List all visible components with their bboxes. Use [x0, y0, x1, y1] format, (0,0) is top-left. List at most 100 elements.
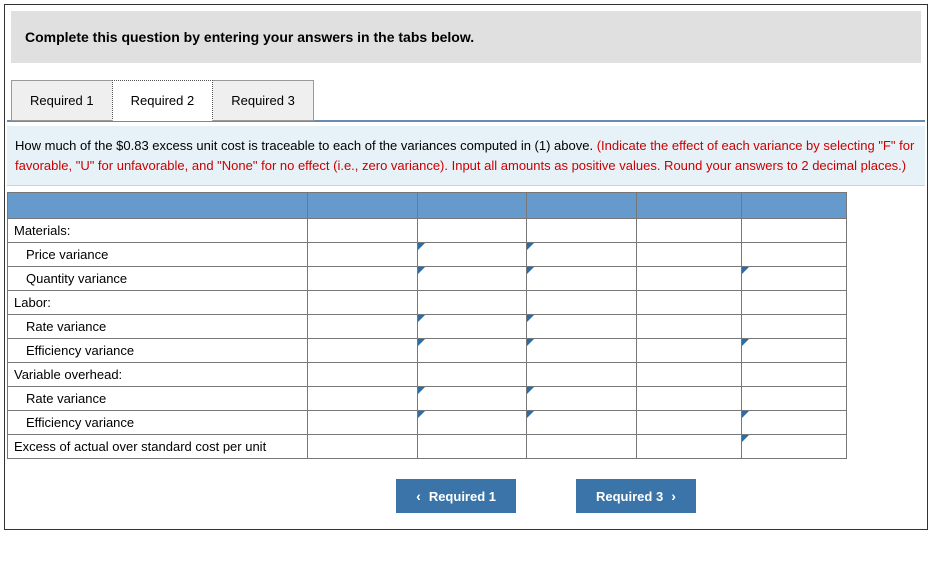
table-row: Price variance — [8, 243, 847, 267]
header-cell — [742, 193, 847, 219]
input-cell[interactable] — [742, 435, 847, 459]
question-container: Complete this question by entering your … — [4, 4, 928, 530]
input-cell[interactable] — [742, 267, 847, 291]
input-cell[interactable] — [527, 411, 637, 435]
cell — [307, 363, 417, 387]
input-cell[interactable] — [742, 411, 847, 435]
header-cell — [307, 193, 417, 219]
table-row: Rate variance — [8, 387, 847, 411]
dropdown-indicator-icon — [527, 387, 534, 394]
row-label: Excess of actual over standard cost per … — [8, 435, 308, 459]
cell — [527, 435, 637, 459]
row-label: Quantity variance — [8, 267, 308, 291]
nav-buttons: ‹ Required 1 Required 3 › — [165, 467, 927, 529]
cell — [637, 291, 742, 315]
header-cell — [637, 193, 742, 219]
dropdown-indicator-icon — [527, 339, 534, 346]
dropdown-indicator-icon — [418, 267, 425, 274]
dropdown-indicator-icon — [742, 411, 749, 418]
cell — [527, 219, 637, 243]
cell — [417, 291, 527, 315]
cell — [307, 339, 417, 363]
dropdown-indicator-icon — [527, 411, 534, 418]
row-label: Materials: — [8, 219, 308, 243]
input-cell[interactable] — [527, 243, 637, 267]
input-cell[interactable] — [527, 387, 637, 411]
row-label: Rate variance — [8, 315, 308, 339]
cell — [307, 219, 417, 243]
dropdown-indicator-icon — [418, 411, 425, 418]
input-cell[interactable] — [417, 243, 527, 267]
input-cell[interactable] — [417, 387, 527, 411]
cell — [742, 291, 847, 315]
tab-required-3[interactable]: Required 3 — [213, 80, 314, 121]
cell — [637, 243, 742, 267]
dropdown-indicator-icon — [418, 315, 425, 322]
row-label: Labor: — [8, 291, 308, 315]
answer-table: Materials: Price variance Quantity varia… — [7, 192, 847, 459]
table-row: Efficiency variance — [8, 411, 847, 435]
cell — [637, 339, 742, 363]
header-cell — [8, 193, 308, 219]
table-row: Labor: — [8, 291, 847, 315]
cell — [637, 315, 742, 339]
prev-label: Required 1 — [429, 489, 496, 504]
dropdown-indicator-icon — [418, 243, 425, 250]
next-label: Required 3 — [596, 489, 663, 504]
cell — [307, 387, 417, 411]
cell — [742, 243, 847, 267]
row-label: Efficiency variance — [8, 339, 308, 363]
prev-button[interactable]: ‹ Required 1 — [396, 479, 516, 513]
input-cell[interactable] — [527, 339, 637, 363]
cell — [637, 219, 742, 243]
cell — [637, 411, 742, 435]
cell — [417, 219, 527, 243]
table-row: Materials: — [8, 219, 847, 243]
next-button[interactable]: Required 3 › — [576, 479, 696, 513]
chevron-right-icon: › — [671, 488, 676, 504]
cell — [307, 435, 417, 459]
input-cell[interactable] — [527, 267, 637, 291]
header-cell — [417, 193, 527, 219]
cell — [417, 435, 527, 459]
table-row: Rate variance — [8, 315, 847, 339]
cell — [637, 435, 742, 459]
row-label: Rate variance — [8, 387, 308, 411]
table-row: Efficiency variance — [8, 339, 847, 363]
tab-required-1[interactable]: Required 1 — [11, 80, 112, 121]
cell — [417, 363, 527, 387]
header-cell — [527, 193, 637, 219]
dropdown-indicator-icon — [527, 243, 534, 250]
chevron-left-icon: ‹ — [416, 488, 421, 504]
cell — [527, 363, 637, 387]
cell — [307, 291, 417, 315]
input-cell[interactable] — [417, 315, 527, 339]
cell — [742, 387, 847, 411]
cell — [307, 411, 417, 435]
dropdown-indicator-icon — [418, 339, 425, 346]
cell — [527, 291, 637, 315]
input-cell[interactable] — [417, 411, 527, 435]
row-label: Variable overhead: — [8, 363, 308, 387]
input-cell[interactable] — [742, 339, 847, 363]
input-cell[interactable] — [417, 267, 527, 291]
tab-required-2[interactable]: Required 2 — [112, 80, 214, 121]
instruction-banner: Complete this question by entering your … — [11, 11, 921, 63]
cell — [307, 267, 417, 291]
table-row: Quantity variance — [8, 267, 847, 291]
dropdown-indicator-icon — [527, 315, 534, 322]
input-cell[interactable] — [417, 339, 527, 363]
input-cell[interactable] — [527, 315, 637, 339]
dropdown-indicator-icon — [742, 435, 749, 442]
question-prompt: How much of the $0.83 excess unit cost i… — [7, 126, 925, 186]
cell — [742, 315, 847, 339]
cell — [307, 243, 417, 267]
cell — [637, 363, 742, 387]
dropdown-indicator-icon — [742, 339, 749, 346]
cell — [742, 363, 847, 387]
cell — [742, 219, 847, 243]
table-header-row — [8, 193, 847, 219]
tabs-row: Required 1 Required 2 Required 3 — [11, 79, 927, 120]
dropdown-indicator-icon — [527, 267, 534, 274]
table-row: Excess of actual over standard cost per … — [8, 435, 847, 459]
